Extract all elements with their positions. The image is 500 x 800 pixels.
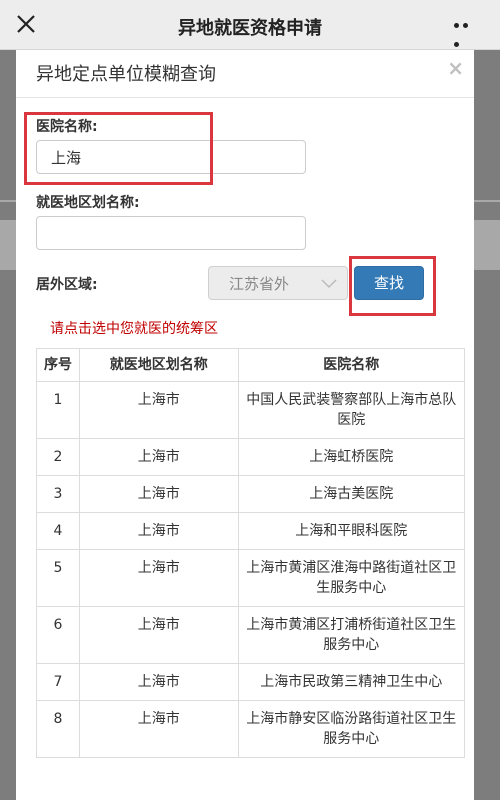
column-header-region: 就医地区划名称 — [78, 348, 239, 382]
row-hospital-cell: 上海市民政第三精神卫生中心 — [237, 663, 466, 701]
row-hospital-cell: 上海和平眼科医院 — [237, 512, 466, 550]
table-row[interactable]: 6 上海市 上海市黄浦区打浦桥街道社区卫生服务中心 — [36, 606, 466, 664]
hint-text: 请点击选中您就医的统筹区 — [50, 321, 218, 337]
column-header-number: 序号 — [36, 348, 80, 382]
area-select-value: 江苏省外 — [229, 275, 290, 293]
table-row[interactable]: 4 上海市 上海和平眼科医院 — [36, 512, 466, 550]
row-number-cell: 6 — [36, 606, 80, 664]
row-region-cell: 上海市 — [78, 549, 239, 607]
row-region-cell: 上海市 — [78, 381, 239, 439]
top-bar: 异地就医资格申请 — [0, 0, 500, 50]
row-hospital-cell: 上海市黄浦区打浦桥街道社区卫生服务中心 — [237, 606, 466, 664]
chevron-down-icon — [321, 279, 337, 289]
area-label: 居外区域: — [36, 277, 98, 293]
row-number-cell: 7 — [36, 663, 80, 701]
row-region-cell: 上海市 — [78, 438, 239, 476]
row-region-cell: 上海市 — [78, 700, 239, 758]
table-row[interactable]: 8 上海市 上海市静安区临汾路街道社区卫生服务中心 — [36, 700, 466, 758]
row-number-cell: 4 — [36, 512, 80, 550]
row-number-cell: 5 — [36, 549, 80, 607]
row-number-cell: 2 — [36, 438, 80, 476]
row-number-cell: 1 — [36, 381, 80, 439]
row-region-cell: 上海市 — [78, 606, 239, 664]
row-hospital-cell: 上海虹桥医院 — [237, 438, 466, 476]
dialog-header: 异地定点单位模糊查询 × — [16, 50, 474, 98]
region-name-input[interactable] — [36, 216, 306, 250]
row-region-cell: 上海市 — [78, 512, 239, 550]
annotation-box-hospital — [24, 112, 213, 185]
row-region-cell: 上海市 — [78, 663, 239, 701]
fuzzy-query-dialog: 异地定点单位模糊查询 × 医院名称: 上海 就医地区划名称: 居外区域: 江苏省… — [16, 50, 474, 800]
row-hospital-cell: 中国人民武装警察部队上海市总队医院 — [237, 381, 466, 439]
area-select[interactable]: 江苏省外 — [208, 266, 348, 300]
page-title: 异地就医资格申请 — [178, 18, 322, 39]
row-number-cell: 3 — [36, 475, 80, 513]
row-number-cell: 8 — [36, 700, 80, 758]
row-hospital-cell: 上海市静安区临汾路街道社区卫生服务中心 — [237, 700, 466, 758]
table-row[interactable]: 2 上海市 上海虹桥医院 — [36, 438, 466, 476]
row-hospital-cell: 上海古美医院 — [237, 475, 466, 513]
dialog-title: 异地定点单位模糊查询 — [36, 64, 216, 85]
table-row[interactable]: 5 上海市 上海市黄浦区淮海中路街道社区卫生服务中心 — [36, 549, 466, 607]
annotation-box-search — [349, 256, 436, 316]
region-name-label: 就医地区划名称: — [36, 195, 140, 211]
more-options-icon[interactable] — [454, 23, 480, 47]
column-header-hospital: 医院名称 — [237, 348, 466, 382]
table-header-row: 序号 就医地区划名称 医院名称 — [36, 348, 466, 382]
table-row[interactable]: 3 上海市 上海古美医院 — [36, 475, 466, 513]
row-hospital-cell: 上海市黄浦区淮海中路街道社区卫生服务中心 — [237, 549, 466, 607]
results-table: 序号 就医地区划名称 医院名称 1 上海市 中国人民武装警察部队上海市总队医院 2 上海… — [36, 348, 466, 758]
table-row[interactable]: 1 上海市 中国人民武装警察部队上海市总队医院 — [36, 381, 466, 439]
table-row[interactable]: 7 上海市 上海市民政第三精神卫生中心 — [36, 663, 466, 701]
dialog-close-icon[interactable]: × — [447, 56, 464, 80]
row-region-cell: 上海市 — [78, 475, 239, 513]
